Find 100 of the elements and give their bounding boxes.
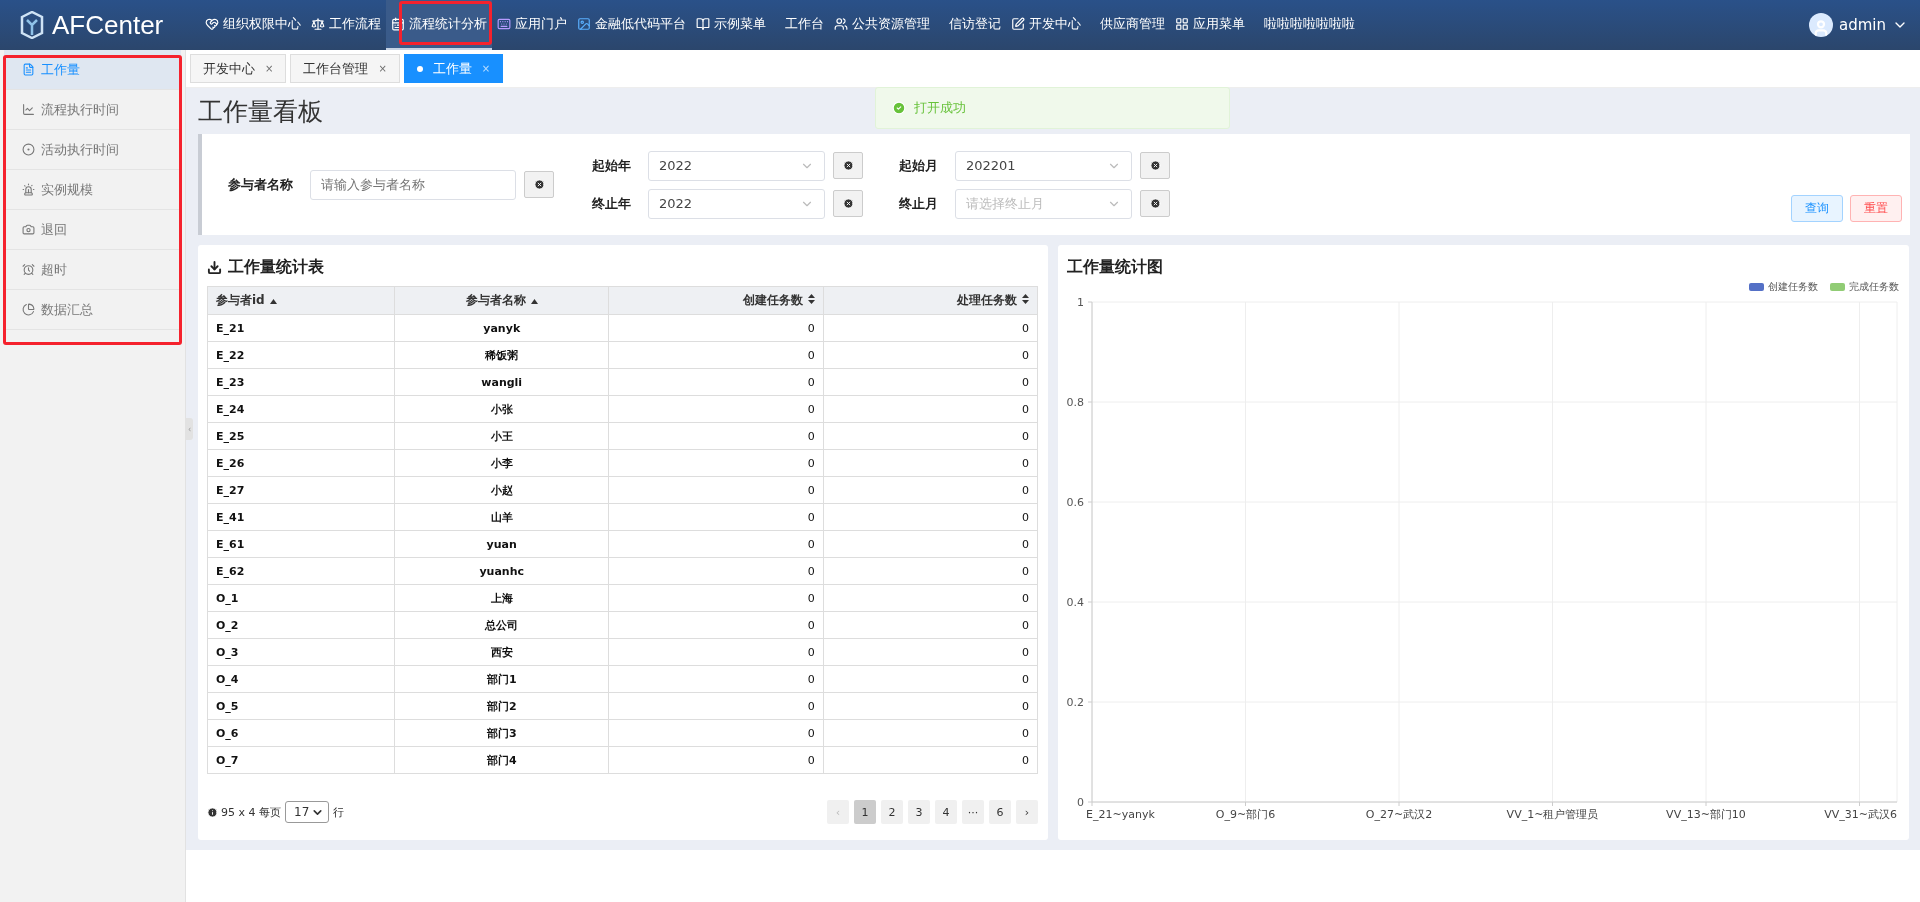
calendar-icon (391, 17, 405, 31)
page-button[interactable]: ··· (962, 800, 984, 824)
close-icon[interactable]: × (265, 63, 274, 74)
page-tab[interactable]: 工作台管理 × (290, 54, 400, 83)
users-icon (834, 17, 848, 31)
clear-button[interactable] (524, 171, 554, 198)
table-cell: 0 (823, 692, 1038, 720)
table-cell: 小赵 (394, 476, 609, 504)
logo-icon (20, 11, 44, 39)
table-cell: 0 (823, 314, 1038, 342)
axis-tick-label: 0 (1077, 796, 1084, 809)
clear-button[interactable] (833, 152, 863, 179)
edit-icon (1011, 17, 1025, 31)
column-header[interactable]: 参与者id (207, 286, 395, 315)
nav-menu-item[interactable]: 金融低代码平台 (572, 0, 691, 50)
page-button[interactable]: › (1016, 800, 1038, 824)
scale-icon (311, 17, 325, 31)
field-label: 起始月 (899, 156, 939, 175)
pie-chart-icon (22, 303, 35, 316)
table-cell: E_41 (207, 503, 395, 531)
table-cell: E_24 (207, 395, 395, 423)
nav-menu-item[interactable]: 啦啦啦啦啦啦啦 (1259, 0, 1369, 50)
column-header[interactable]: 处理任务数 (823, 286, 1038, 315)
table-cell: 部门4 (394, 746, 609, 774)
clear-button[interactable] (1140, 152, 1170, 179)
success-toast: 打开成功 (875, 87, 1230, 129)
select-field[interactable]: 2022 (648, 150, 825, 181)
table-cell: E_62 (207, 557, 395, 585)
table-cell: 0 (823, 476, 1038, 504)
card-title: 工作量统计表 (207, 257, 324, 278)
page-button[interactable]: 3 (908, 800, 930, 824)
clear-icon (842, 198, 854, 209)
select-field[interactable]: 202201 (955, 150, 1132, 181)
sidebar-item[interactable]: 退回 (4, 210, 181, 250)
page-button[interactable]: 4 (935, 800, 957, 824)
table-cell: O_5 (207, 692, 395, 720)
nav-menu-item[interactable]: 应用门户 (492, 0, 572, 50)
page-button[interactable]: 1 (854, 800, 876, 824)
clear-icon (1149, 160, 1161, 171)
nav-menu-item[interactable]: 应用菜单 (1170, 0, 1259, 50)
image-icon (577, 17, 591, 31)
table-cell: 0 (608, 368, 824, 396)
table-cell: 总公司 (394, 611, 609, 639)
sidebar-item[interactable]: 活动执行时间 (4, 130, 181, 170)
line-chart-icon (22, 103, 35, 116)
close-icon[interactable]: × (378, 63, 387, 74)
column-header[interactable]: 创建任务数 (608, 286, 824, 315)
table-cell: 0 (608, 665, 824, 693)
clear-button[interactable] (833, 190, 863, 217)
legend-item[interactable]: 创建任务数 (1749, 280, 1818, 294)
table-cell: 0 (823, 422, 1038, 450)
legend-item[interactable]: 完成任务数 (1830, 280, 1899, 294)
table-cell: 0 (823, 665, 1038, 693)
table-cell: O_1 (207, 584, 395, 612)
table-cell: 部门3 (394, 719, 609, 747)
page-button[interactable]: 6 (989, 800, 1011, 824)
page-size-select[interactable]: 17 (285, 801, 329, 823)
table-cell: O_3 (207, 638, 395, 666)
table-cell: 小王 (394, 422, 609, 450)
sidebar-item[interactable]: 实例规模 (4, 170, 181, 210)
table-cell: 小张 (394, 395, 609, 423)
select-field[interactable]: 2022 (648, 188, 825, 219)
dot-icon (416, 65, 423, 72)
info-icon (207, 806, 218, 818)
grid-icon (1175, 17, 1189, 31)
nav-menu-item[interactable]: 工作流程 (306, 0, 386, 50)
axis-tick-label: 1 (1077, 296, 1084, 309)
table-cell: 0 (823, 449, 1038, 477)
nav-menu-item[interactable]: 组织权限中心 (200, 0, 306, 50)
table-cell: 0 (608, 530, 824, 558)
book-icon (696, 17, 710, 31)
nav-menu-item[interactable]: 工作台 (780, 0, 829, 50)
column-header[interactable]: 参与者名称 (394, 286, 609, 315)
name-input-field[interactable]: 请输入参与者名称 (310, 169, 516, 200)
table-cell: 0 (608, 692, 824, 720)
app-logo-text: AFCenter (52, 9, 164, 41)
nav-menu-item[interactable]: 公共资源管理 (829, 0, 944, 50)
nav-menu-item[interactable]: 示例菜单 (691, 0, 780, 50)
axis-tick-label: O_9~部门6 (1215, 808, 1276, 821)
table-cell: 0 (608, 422, 824, 450)
table-cell: 稀饭粥 (394, 341, 609, 369)
table-cell: 0 (823, 584, 1038, 612)
clear-button[interactable] (1140, 190, 1170, 217)
page-summary: 95 x 4 每页 (221, 804, 281, 820)
nav-menu-item[interactable]: 信访登记 (944, 0, 1006, 50)
nav-menu-item[interactable]: 供应商管理 (1095, 0, 1170, 50)
axis-tick-label: E_21~yanyk (1086, 808, 1155, 821)
nav-menu-item[interactable]: 开发中心 (1006, 0, 1095, 50)
siren-icon (22, 183, 35, 196)
page-button[interactable]: 2 (881, 800, 903, 824)
table-cell: yuanhc (394, 557, 609, 585)
sidebar-item[interactable]: 数据汇总 (4, 290, 181, 330)
keyboard-icon (497, 17, 511, 31)
table-cell: 0 (823, 341, 1038, 369)
table-cell: 0 (823, 611, 1038, 639)
table-cell: yanyk (394, 314, 609, 342)
page-tab[interactable]: 开发中心 × (190, 54, 287, 83)
avatar-icon (1809, 13, 1833, 37)
sidebar-item[interactable]: 超时 (4, 250, 181, 290)
sidebar-item[interactable]: 流程执行时间 (4, 90, 181, 130)
